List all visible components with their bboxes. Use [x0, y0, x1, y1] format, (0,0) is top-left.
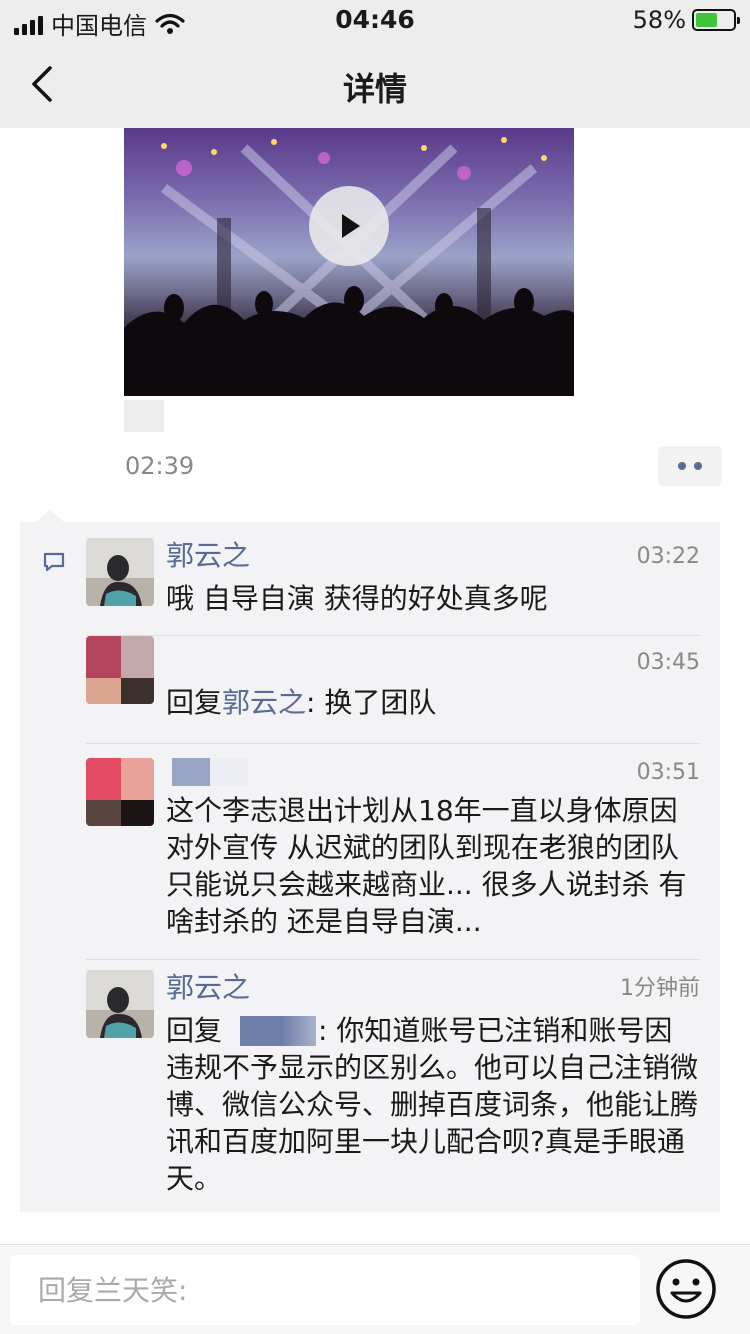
video-thumbnail[interactable] — [124, 128, 574, 396]
comment-item[interactable]: 郭云之 1分钟前 回复: 你知道账号已注销和账号因违规不予显示的区别么。他可以自… — [86, 970, 700, 1200]
comment-time: 1分钟前 — [620, 976, 700, 1001]
blurred-username — [172, 758, 248, 786]
avatar[interactable] — [86, 636, 154, 704]
dot-icon — [678, 462, 686, 470]
more-options-button[interactable] — [658, 446, 722, 486]
nav-bar: 详情 — [0, 40, 750, 128]
comment-icon — [43, 552, 65, 572]
comment-author[interactable]: 郭云之 — [166, 970, 250, 1006]
comment-text: 这个李志退出计划从18年一直以身体原因对外宣传 从迟斌的团队到现在老狼的团队 只… — [166, 794, 687, 938]
comment-time: 03:51 — [636, 760, 700, 785]
reply-prefix: 回复 — [166, 1014, 223, 1047]
comments-panel: 郭云之 03:22 哦 自导自演 获得的好处真多呢 03:45 回复郭云之: 换… — [20, 522, 720, 1212]
battery-percent: 58% — [632, 6, 686, 34]
play-button[interactable] — [309, 186, 389, 266]
reply-prefix: 回复 — [166, 686, 223, 719]
comment-text: 哦 自导自演 获得的好处真多呢 — [166, 582, 548, 615]
battery-icon — [692, 9, 740, 31]
status-bar: 中国电信 04:46 58% — [0, 0, 750, 40]
status-right: 58% — [632, 6, 740, 34]
comment-time: 03:22 — [636, 544, 700, 569]
play-icon — [342, 214, 360, 238]
page-title: 详情 — [342, 70, 407, 108]
avatar[interactable] — [86, 538, 154, 606]
reply-input[interactable] — [10, 1255, 640, 1325]
dot-icon — [694, 462, 702, 470]
comment-text: 回复: 你知道账号已注销和账号因违规不予显示的区别么。他可以自己注销微博、微信公… — [166, 1012, 700, 1197]
reply-target-name[interactable]: 郭云之 — [222, 686, 306, 719]
comment-time: 03:45 — [636, 650, 700, 675]
comment-divider — [86, 743, 700, 744]
avatar[interactable] — [86, 758, 154, 826]
reply-bar — [0, 1244, 750, 1334]
reply-body: : 换了团队 — [306, 686, 437, 719]
comment-author[interactable]: 郭云之 — [166, 538, 250, 574]
avatar[interactable] — [86, 970, 154, 1038]
comment-item[interactable]: 郭云之 03:22 哦 自导自演 获得的好处真多呢 — [86, 538, 700, 628]
blurred-reply-target — [240, 1016, 317, 1046]
comment-divider — [86, 959, 700, 960]
post-time: 02:39 — [125, 452, 195, 480]
comments-pointer — [36, 510, 64, 522]
emoji-icon[interactable] — [654, 1257, 718, 1321]
comment-item[interactable]: 03:51 这个李志退出计划从18年一直以身体原因对外宣传 从迟斌的团队到现在老… — [86, 758, 700, 948]
blurred-username — [124, 400, 164, 432]
comment-item[interactable]: 03:45 回复郭云之: 换了团队 — [86, 636, 700, 736]
comment-text: 回复郭云之: 换了团队 — [166, 684, 700, 721]
